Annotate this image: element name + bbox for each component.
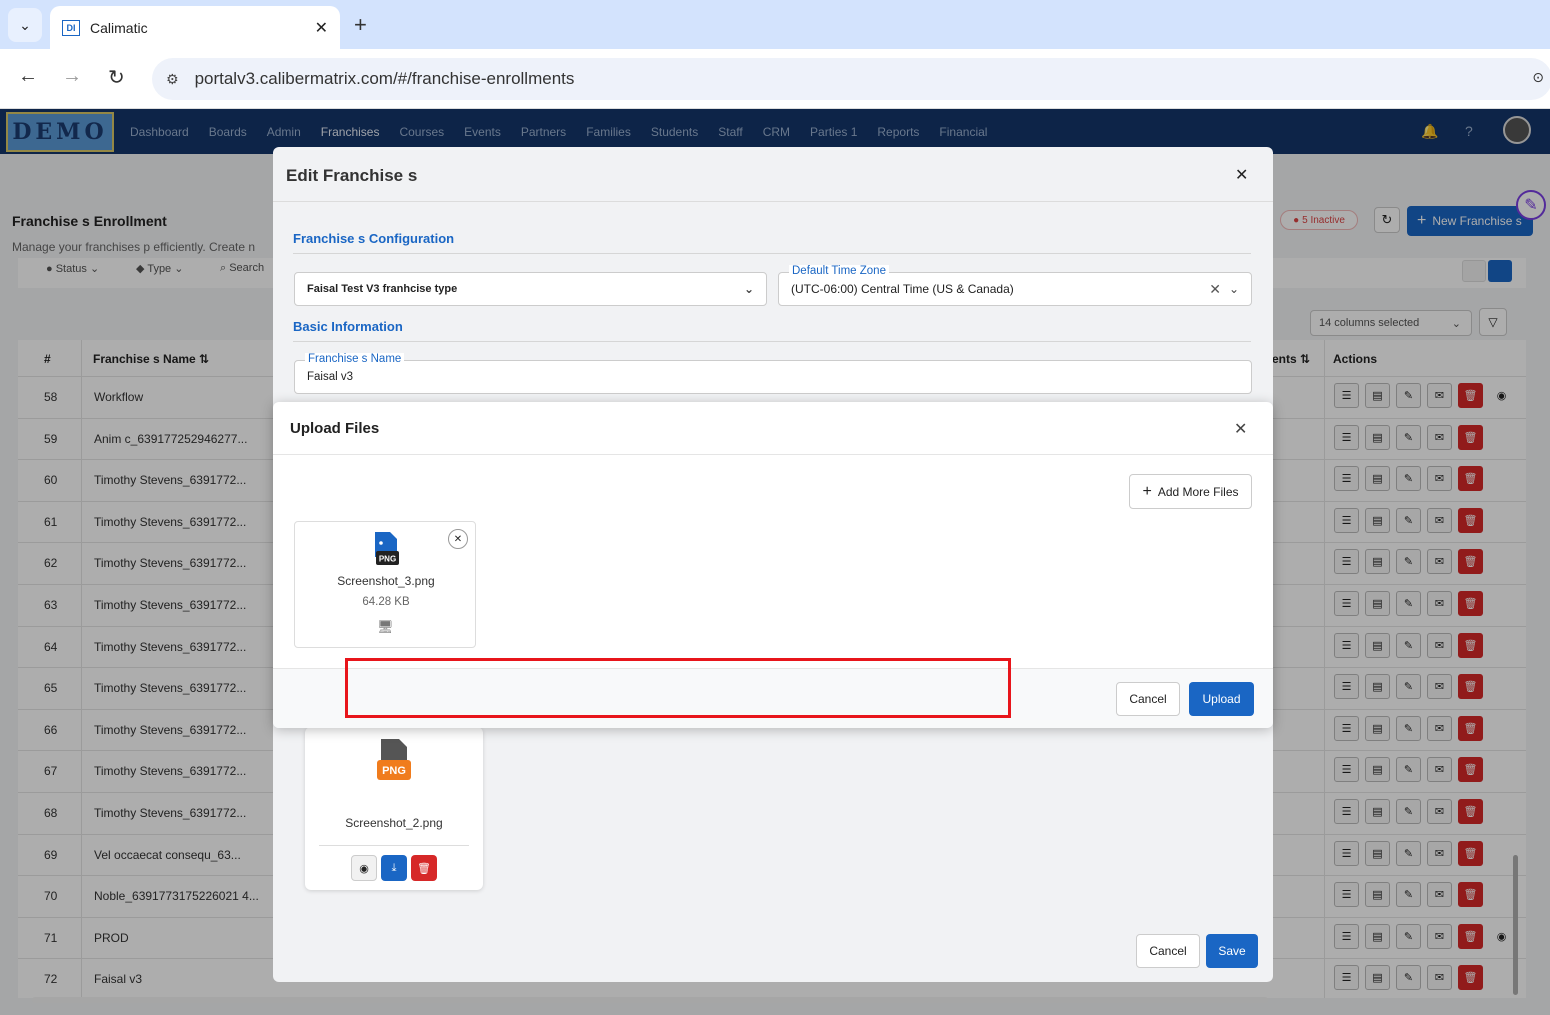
forward-icon[interactable]: → bbox=[62, 65, 82, 88]
browser-toolbar: ← → ↻ ⚙ portalv3.calibermatrix.com/#/fra… bbox=[0, 49, 1550, 109]
franchise-type-select[interactable]: Faisal Test V3 franhcise type ⌄ bbox=[294, 272, 767, 306]
png-file-icon: PNG bbox=[377, 739, 411, 780]
password-key-icon[interactable]: ⊙ bbox=[1532, 69, 1544, 86]
timezone-select[interactable]: Default Time Zone (UTC-06:00) Central Ti… bbox=[778, 265, 1252, 306]
vertical-scrollbar[interactable] bbox=[1513, 855, 1518, 995]
clear-icon[interactable]: ✕ bbox=[1209, 281, 1221, 298]
view-file-button[interactable]: ◉ bbox=[351, 855, 377, 881]
upload-button[interactable]: Upload bbox=[1189, 682, 1254, 716]
delete-file-button[interactable]: 🗑 bbox=[411, 855, 437, 881]
chevron-down-icon: ⌄ bbox=[1228, 282, 1239, 296]
chevron-down-icon: ⌄ bbox=[743, 282, 754, 296]
config-section-title: Franchise s Configuration bbox=[293, 231, 455, 246]
existing-file-name: Screenshot_2.png bbox=[345, 816, 443, 830]
highlight-annotation-box bbox=[345, 658, 1011, 718]
edit-modal-header: Edit Franchise s ✕ bbox=[273, 147, 1273, 202]
pending-file-card: PNG ✕ Screenshot_3.png 64.28 KB 🖥 bbox=[294, 521, 476, 648]
section-divider bbox=[293, 253, 1251, 254]
close-icon[interactable]: ✕ bbox=[1235, 165, 1248, 185]
svg-text:PNG: PNG bbox=[379, 555, 396, 564]
site-favicon-icon: DI bbox=[62, 19, 80, 36]
upload-modal-header: Upload Files ✕ bbox=[273, 402, 1273, 455]
close-tab-icon[interactable]: ✕ bbox=[315, 18, 328, 38]
png-file-icon: PNG bbox=[375, 532, 399, 565]
url-text: portalv3.calibermatrix.com/#/franchise-e… bbox=[194, 69, 575, 88]
edit-modal-title: Edit Franchise s bbox=[286, 166, 418, 185]
card-divider bbox=[319, 845, 469, 846]
timezone-label: Default Time Zone bbox=[789, 265, 889, 277]
basic-section-title: Basic Information bbox=[293, 319, 403, 334]
save-button[interactable]: Save bbox=[1206, 934, 1258, 968]
new-tab-icon[interactable]: + bbox=[354, 12, 367, 38]
browser-tab[interactable]: DI Calimatic ✕ bbox=[50, 6, 340, 49]
download-file-button[interactable]: ⤓ bbox=[381, 855, 407, 881]
edit-cancel-button[interactable]: Cancel bbox=[1136, 934, 1200, 968]
back-icon[interactable]: ← bbox=[18, 65, 38, 88]
tab-title: Calimatic bbox=[90, 19, 148, 36]
address-bar[interactable]: ⚙ portalv3.calibermatrix.com/#/franchise… bbox=[152, 58, 1550, 100]
remove-file-button[interactable]: ✕ bbox=[448, 529, 468, 549]
download-icon: ⤓ bbox=[391, 861, 397, 874]
franchise-name-label: Franchise s Name bbox=[305, 353, 405, 365]
reload-icon[interactable]: ↻ bbox=[108, 65, 125, 90]
add-more-files-label: Add More Files bbox=[1157, 484, 1239, 499]
plus-icon: + bbox=[1142, 482, 1152, 500]
pending-file-name: Screenshot_3.png bbox=[337, 574, 435, 588]
eye-icon: ◉ bbox=[359, 862, 369, 875]
monitor-icon: 🖥 bbox=[377, 619, 394, 634]
franchise-name-input[interactable]: Franchise s Name Faisal v3 bbox=[294, 353, 1252, 394]
add-more-files-button[interactable]: + Add More Files bbox=[1129, 474, 1252, 509]
close-icon[interactable]: ✕ bbox=[1234, 419, 1247, 439]
upload-modal-title: Upload Files bbox=[290, 420, 380, 437]
tab-search-button[interactable]: ⌄ bbox=[8, 8, 42, 42]
timezone-value: (UTC-06:00) Central Time (US & Canada) bbox=[791, 282, 1014, 296]
svg-text:PNG: PNG bbox=[382, 765, 406, 777]
browser-tab-bar: ⌄ DI Calimatic ✕ + bbox=[0, 0, 1550, 49]
trash-icon: 🗑 bbox=[417, 862, 431, 875]
pending-file-size: 64.28 KB bbox=[362, 596, 410, 608]
close-icon: ✕ bbox=[453, 533, 463, 545]
site-settings-icon[interactable]: ⚙ bbox=[166, 71, 179, 88]
section-divider bbox=[293, 341, 1251, 342]
existing-file-card: PNG Screenshot_2.png ◉ ⤓ 🗑 bbox=[305, 727, 483, 890]
franchise-type-value: Faisal Test V3 franhcise type bbox=[307, 283, 458, 295]
upload-cancel-button[interactable]: Cancel bbox=[1116, 682, 1180, 716]
franchise-name-value: Faisal v3 bbox=[307, 371, 354, 383]
horizontal-scrollbar[interactable] bbox=[32, 997, 1268, 1003]
chevron-down-icon: ⌄ bbox=[19, 16, 31, 33]
